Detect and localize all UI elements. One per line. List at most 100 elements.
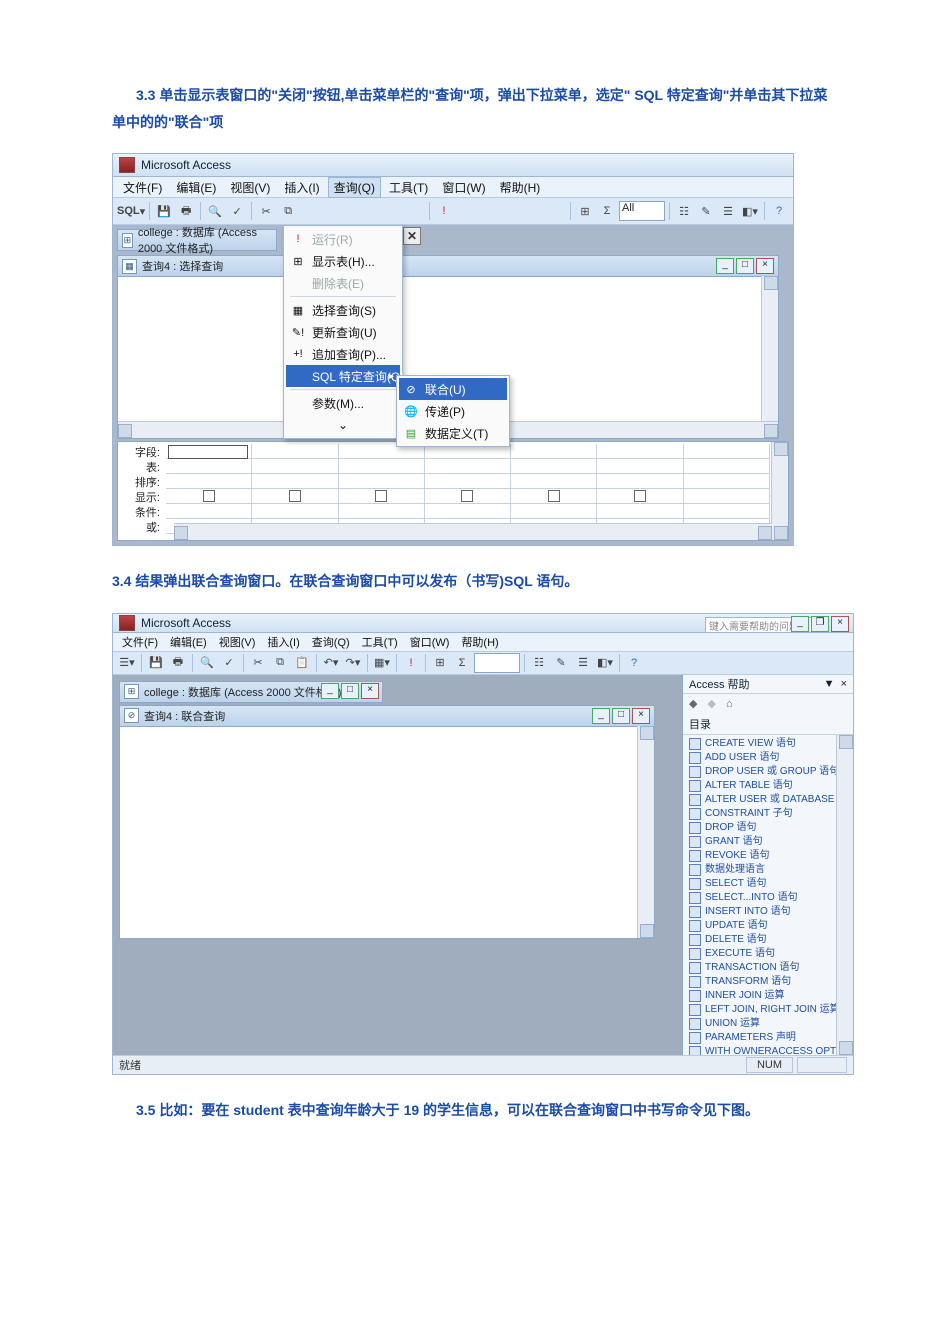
submenu-union[interactable]: ⊘ 联合(U) xyxy=(399,378,507,400)
build-icon[interactable]: ✎ xyxy=(696,201,716,221)
help-toc-tree[interactable]: CREATE VIEW 语句ADD USER 语句DROP USER 或 GRO… xyxy=(683,734,853,1055)
show-checkbox[interactable] xyxy=(339,489,425,504)
help-topic-item[interactable]: UNION 运算 xyxy=(689,1017,851,1031)
submenu-ddl[interactable]: ▤ 数据定义(T) xyxy=(399,422,507,444)
horizontal-scrollbar[interactable] xyxy=(174,523,772,540)
menu-update-query[interactable]: ✎! 更新查询(U) xyxy=(286,321,400,343)
menu-tools[interactable]: 工具(T) xyxy=(357,633,403,651)
submenu-passthrough[interactable]: 🌐 传递(P) xyxy=(399,400,507,422)
show-checkbox[interactable] xyxy=(252,489,338,504)
menu-file[interactable]: 文件(F) xyxy=(117,177,168,198)
field-cell[interactable] xyxy=(597,444,683,459)
db-window-icon[interactable]: ☰ xyxy=(573,653,593,673)
help-topic-item[interactable]: WITH OWNERACCESS OPTION 声明 xyxy=(689,1045,851,1055)
help-topic-item[interactable]: SELECT...INTO 语句 xyxy=(689,891,851,905)
restore-button[interactable]: ❐ xyxy=(811,616,829,632)
union-query-window[interactable]: ⊘ 查询4 : 联合查询 _ □ × xyxy=(119,705,655,939)
show-table-icon[interactable]: ⊞ xyxy=(430,653,450,673)
redo-icon[interactable]: ↷▾ xyxy=(343,653,363,673)
close-button[interactable]: × xyxy=(632,708,650,724)
menu-append-query[interactable]: +! 追加查询(P)... xyxy=(286,343,400,365)
show-checkbox[interactable] xyxy=(425,489,511,504)
vertical-scrollbar[interactable] xyxy=(771,442,788,540)
copy-icon[interactable]: ⧉ xyxy=(278,201,298,221)
help-topic-item[interactable]: GRANT 语句 xyxy=(689,835,851,849)
help-topic-item[interactable]: DROP 语句 xyxy=(689,821,851,835)
run-icon[interactable]: ! xyxy=(434,201,454,221)
menu-window[interactable]: 窗口(W) xyxy=(436,177,491,198)
help-icon[interactable]: ? xyxy=(624,653,644,673)
print-preview-icon[interactable]: 🔍 xyxy=(197,653,217,673)
help-topic-item[interactable]: ADD USER 语句 xyxy=(689,751,851,765)
show-checkbox[interactable] xyxy=(166,489,252,504)
field-cell[interactable] xyxy=(252,444,338,459)
query-type-icon[interactable]: ▦▾ xyxy=(372,653,392,673)
menu-run[interactable]: ! 运行(R) xyxy=(286,228,400,250)
menu-edit[interactable]: 编辑(E) xyxy=(170,177,222,198)
field-cell[interactable] xyxy=(511,444,597,459)
top-values-select[interactable]: All xyxy=(619,201,665,221)
help-topic-item[interactable]: EXECUTE 语句 xyxy=(689,947,851,961)
minimize-button[interactable]: _ xyxy=(321,683,339,699)
home-icon[interactable]: ⌂ xyxy=(726,698,733,710)
menu-remove-table[interactable]: 删除表(E) xyxy=(286,272,400,294)
menu-view[interactable]: 视图(V) xyxy=(224,177,276,198)
help-topic-item[interactable]: DROP USER 或 GROUP 语句 xyxy=(689,765,851,779)
help-topic-item[interactable]: INNER JOIN 运算 xyxy=(689,989,851,1003)
help-topic-item[interactable]: TRANSFORM 语句 xyxy=(689,975,851,989)
help-topic-item[interactable]: ALTER USER 或 DATABASE 语句 xyxy=(689,793,851,807)
menu-expand[interactable]: ⌄ xyxy=(286,414,400,436)
copy-icon[interactable]: ⧉ xyxy=(270,653,290,673)
maximize-button[interactable]: □ xyxy=(612,708,630,724)
menu-query[interactable]: 查询(Q) xyxy=(328,177,381,198)
help-topic-item[interactable]: REVOKE 语句 xyxy=(689,849,851,863)
table-cell[interactable] xyxy=(166,459,252,474)
help-topic-item[interactable]: TRANSACTION 语句 xyxy=(689,961,851,975)
menu-parameters[interactable]: 参数(M)... xyxy=(286,392,400,414)
spellcheck-icon[interactable]: ✓ xyxy=(227,201,247,221)
minimize-button[interactable]: _ xyxy=(791,616,809,632)
help-topic-item[interactable]: INSERT INTO 语句 xyxy=(689,905,851,919)
print-preview-icon[interactable]: 🔍 xyxy=(205,201,225,221)
minimize-button[interactable]: _ xyxy=(592,708,610,724)
help-topic-item[interactable]: DELETE 语句 xyxy=(689,933,851,947)
save-icon[interactable]: 💾 xyxy=(154,201,174,221)
save-icon[interactable]: 💾 xyxy=(146,653,166,673)
cut-icon[interactable]: ✂ xyxy=(248,653,268,673)
print-icon[interactable]: 🖶 xyxy=(176,201,196,221)
paste-icon[interactable]: 📋 xyxy=(292,653,312,673)
run-icon[interactable]: ! xyxy=(401,653,421,673)
cut-icon[interactable]: ✂ xyxy=(256,201,276,221)
field-cell[interactable] xyxy=(684,444,770,459)
field-cell[interactable] xyxy=(166,444,252,459)
menu-tools[interactable]: 工具(T) xyxy=(383,177,434,198)
menu-query[interactable]: 查询(Q) xyxy=(307,633,355,651)
build-icon[interactable]: ✎ xyxy=(551,653,571,673)
show-checkbox[interactable] xyxy=(511,489,597,504)
view-button[interactable]: ☰▾ xyxy=(117,653,137,673)
top-values-select[interactable] xyxy=(474,653,520,673)
forward-icon[interactable]: ◆ xyxy=(707,697,715,710)
properties-icon[interactable]: ☷ xyxy=(529,653,549,673)
minimize-button[interactable]: _ xyxy=(716,258,734,274)
menu-insert[interactable]: 插入(I) xyxy=(278,177,325,198)
new-object-icon[interactable]: ◧▾ xyxy=(595,653,615,673)
db-window-icon[interactable]: ☰ xyxy=(718,201,738,221)
titlebar[interactable]: Microsoft Access xyxy=(113,154,793,177)
close-button[interactable]: × xyxy=(361,683,379,699)
help-topic-item[interactable]: SELECT 语句 xyxy=(689,877,851,891)
help-topic-item[interactable]: UPDATE 语句 xyxy=(689,919,851,933)
print-icon[interactable]: 🖶 xyxy=(168,653,188,673)
help-topic-item[interactable]: LEFT JOIN, RIGHT JOIN 运算 xyxy=(689,1003,851,1017)
undo-icon[interactable]: ↶▾ xyxy=(321,653,341,673)
help-topic-item[interactable]: CREATE VIEW 语句 xyxy=(689,737,851,751)
vertical-scrollbar[interactable] xyxy=(836,735,853,1055)
totals-icon[interactable]: Σ xyxy=(597,201,617,221)
show-table-close-button[interactable]: ✕ xyxy=(403,227,421,245)
totals-icon[interactable]: Σ xyxy=(452,653,472,673)
vertical-scrollbar[interactable] xyxy=(637,726,654,938)
db-child-window[interactable]: ⊞ college : 数据库 (Access 2000 文件格式) xyxy=(117,229,277,251)
close-button[interactable]: × xyxy=(831,616,849,632)
menu-select-query[interactable]: ▦ 选择查询(S) xyxy=(286,299,400,321)
query-design-grid[interactable]: 字段: 表: 排序: 显示: 条件: 或: xyxy=(117,441,789,541)
